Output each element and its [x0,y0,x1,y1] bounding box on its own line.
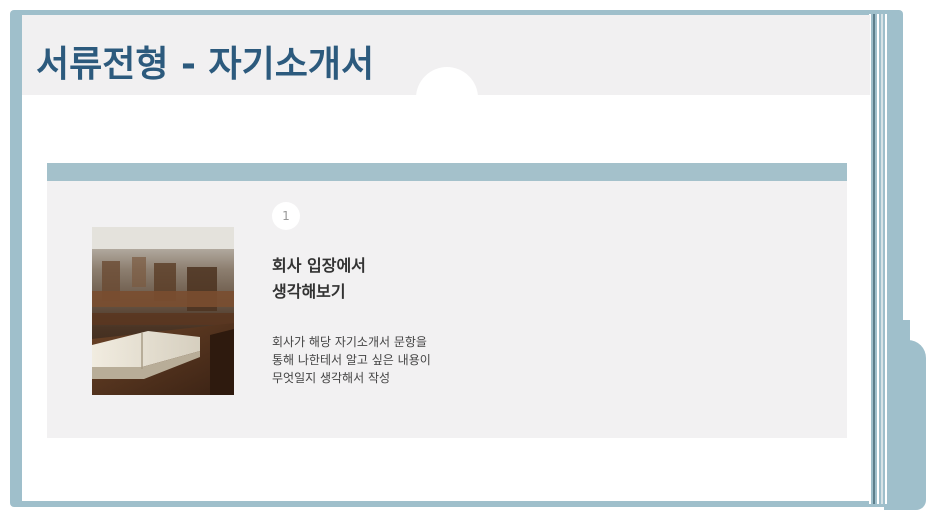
step-heading-line: 생각해보기 [272,282,346,301]
step-description-line: 통해 나한테서 알고 싶은 내용이 [272,353,431,367]
step-card: 1 회사 입장에서 생각해보기 회사가 해당 자기소개서 문항을 통해 나한테서… [47,181,847,438]
step-description-line: 회사가 해당 자기소개서 문항을 [272,335,427,349]
step-description: 회사가 해당 자기소개서 문항을 통해 나한테서 알고 싶은 내용이 무엇일지 … [272,333,592,387]
step-number-badge: 1 [272,202,300,230]
title-band-notch [416,67,478,129]
page-stack-edges [869,14,889,504]
folder-tab [884,340,926,510]
open-book-image [92,227,234,395]
book-photo [92,227,234,395]
slide-page: 서류전형 - 자기소개서 1 회사 입장에서 생각해보기 회사가 해당 자기소개… [22,15,870,501]
step-heading-line: 회사 입장에서 [272,256,366,275]
step-heading: 회사 입장에서 생각해보기 [272,253,572,305]
card-header-bar [47,163,847,181]
page-title: 서류전형 - 자기소개서 [36,44,375,85]
step-description-line: 무엇일지 생각해서 작성 [272,371,391,385]
